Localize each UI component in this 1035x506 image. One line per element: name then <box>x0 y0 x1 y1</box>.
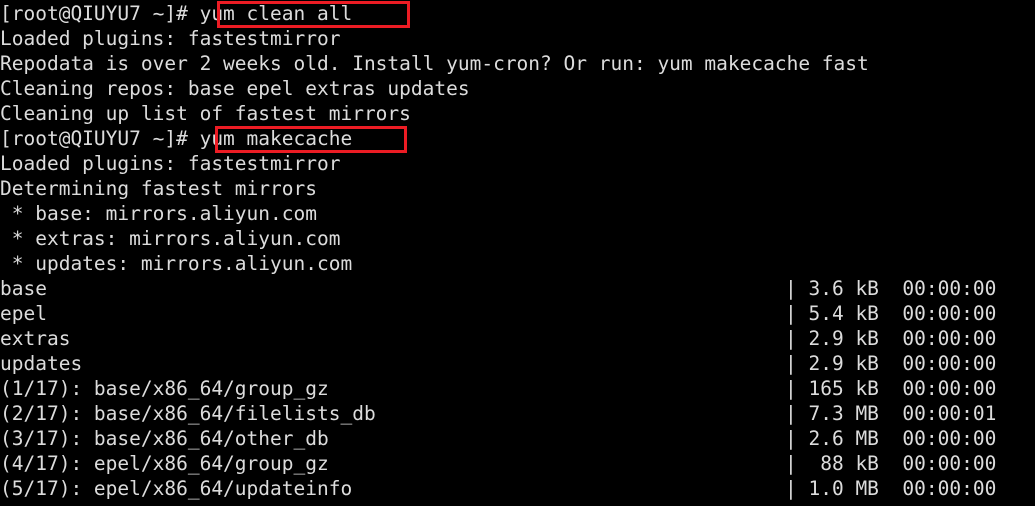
terminal-line-text: (3/17): base/x86_64/other_db <box>0 427 329 450</box>
terminal-line-meter: | 165 kB 00:00:00 <box>785 377 997 400</box>
terminal-line-meter: | 88 kB 00:00:00 <box>785 452 997 475</box>
terminal-line: (1/17): base/x86_64/group_gz | 165 kB 00… <box>0 376 1035 401</box>
terminal-line: * extras: mirrors.aliyun.com <box>0 226 1035 251</box>
terminal-line-text: updates <box>0 352 83 375</box>
terminal-line: updates | 2.9 kB 00:00:00 <box>0 351 1035 376</box>
terminal-line-text: Repodata is over 2 weeks old. Install yu… <box>0 52 869 75</box>
terminal-line: (4/17): epel/x86_64/group_gz | 88 kB 00:… <box>0 451 1035 476</box>
terminal-line-text: (1/17): base/x86_64/group_gz <box>0 377 329 400</box>
terminal-line: Repodata is over 2 weeks old. Install yu… <box>0 51 1035 76</box>
terminal-line: Cleaning up list of fastest mirrors <box>0 101 1035 126</box>
terminal-line: [root@QIUYU7 ~]# yum makecache <box>0 126 1035 151</box>
terminal-line-meter: | 2.9 kB 00:00:00 <box>785 327 997 350</box>
terminal-line-text: [root@QIUYU7 ~]# yum clean all <box>0 2 353 25</box>
terminal-line-meter: | 7.3 MB 00:00:01 <box>785 402 997 425</box>
terminal-line: epel | 5.4 kB 00:00:00 <box>0 301 1035 326</box>
terminal-line: (5/17): epel/x86_64/updateinfo | 1.0 MB … <box>0 476 1035 501</box>
terminal-line: Loaded plugins: fastestmirror <box>0 151 1035 176</box>
terminal-line: (2/17): base/x86_64/filelists_db | 7.3 M… <box>0 401 1035 426</box>
terminal-line-text: Loaded plugins: fastestmirror <box>0 152 341 175</box>
terminal-line: [root@QIUYU7 ~]# yum clean all <box>0 1 1035 26</box>
terminal-line-text: Determining fastest mirrors <box>0 177 317 200</box>
terminal-line-text: epel <box>0 302 47 325</box>
terminal-line: base | 3.6 kB 00:00:00 <box>0 276 1035 301</box>
terminal-line-meter: | 5.4 kB 00:00:00 <box>785 302 997 325</box>
terminal-line: * updates: mirrors.aliyun.com <box>0 251 1035 276</box>
terminal-line-text: (5/17): epel/x86_64/updateinfo <box>0 477 353 500</box>
terminal-line: extras | 2.9 kB 00:00:00 <box>0 326 1035 351</box>
terminal-line: (3/17): base/x86_64/other_db | 2.6 MB 00… <box>0 426 1035 451</box>
terminal-line: Cleaning repos: base epel extras updates <box>0 76 1035 101</box>
terminal-line-text: extras <box>0 327 71 350</box>
terminal-line-text: base <box>0 277 47 300</box>
terminal-line-text: * updates: mirrors.aliyun.com <box>0 252 353 275</box>
terminal-line-text: * base: mirrors.aliyun.com <box>0 202 317 225</box>
terminal-output: [root@QIUYU7 ~]# yum clean all Loaded pl… <box>0 0 1035 501</box>
terminal-line-text: Cleaning up list of fastest mirrors <box>0 102 411 125</box>
terminal-line-text: (2/17): base/x86_64/filelists_db <box>0 402 376 425</box>
terminal-line-meter: | 2.9 kB 00:00:00 <box>785 352 997 375</box>
terminal-line-text: Loaded plugins: fastestmirror <box>0 27 341 50</box>
terminal-line: * base: mirrors.aliyun.com <box>0 201 1035 226</box>
terminal-line-text: Cleaning repos: base epel extras updates <box>0 77 470 100</box>
terminal-line-meter: | 3.6 kB 00:00:00 <box>785 277 997 300</box>
terminal-line: Determining fastest mirrors <box>0 176 1035 201</box>
terminal-line-text: (4/17): epel/x86_64/group_gz <box>0 452 329 475</box>
terminal-line-meter: | 2.6 MB 00:00:00 <box>785 427 997 450</box>
terminal-line: Loaded plugins: fastestmirror <box>0 26 1035 51</box>
terminal-line-text: [root@QIUYU7 ~]# yum makecache <box>0 127 353 150</box>
terminal-window[interactable]: [root@QIUYU7 ~]# yum clean all Loaded pl… <box>0 0 1035 506</box>
terminal-line-text: * extras: mirrors.aliyun.com <box>0 227 341 250</box>
terminal-line-meter: | 1.0 MB 00:00:00 <box>785 477 997 500</box>
